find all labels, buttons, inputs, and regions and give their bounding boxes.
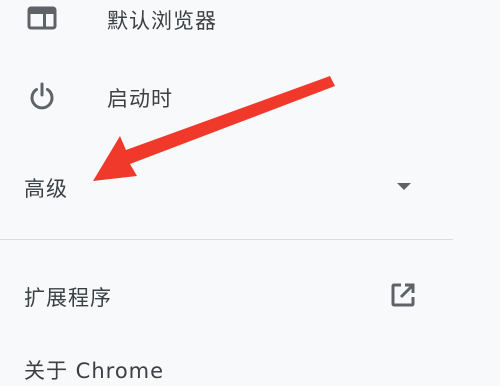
nav-item-on-startup[interactable]: 启动时 xyxy=(0,78,455,114)
power-icon xyxy=(26,80,58,112)
divider xyxy=(0,239,453,240)
settings-sidebar: 默认浏览器 启动时 高级 扩展程序 关于 Chrome xyxy=(0,0,500,383)
extensions-label: 扩展程序 xyxy=(24,286,112,310)
about-label: 关于 Chrome xyxy=(24,359,165,383)
advanced-label: 高级 xyxy=(24,177,68,201)
caret-down-icon xyxy=(392,180,416,194)
nav-item-label: 启动时 xyxy=(107,87,173,111)
nav-item-label: 默认浏览器 xyxy=(107,9,217,33)
nav-item-about-chrome[interactable]: 关于 Chrome xyxy=(0,350,455,386)
browser-window-icon xyxy=(26,2,58,34)
nav-item-extensions[interactable]: 扩展程序 xyxy=(0,277,455,313)
open-in-new-icon xyxy=(387,279,419,311)
nav-item-advanced[interactable]: 高级 xyxy=(0,168,455,204)
nav-item-default-browser[interactable]: 默认浏览器 xyxy=(0,0,455,36)
